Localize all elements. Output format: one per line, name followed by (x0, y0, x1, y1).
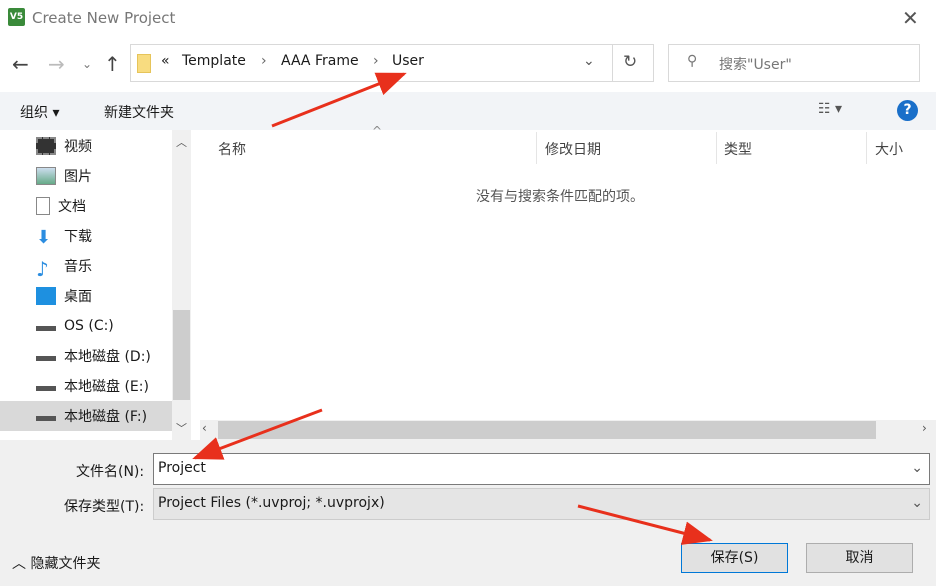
annotation-arrow (271, 72, 407, 128)
annotation-arrow (577, 504, 713, 545)
annotation-arrows (192, 72, 713, 545)
annotation-arrow (192, 408, 323, 460)
